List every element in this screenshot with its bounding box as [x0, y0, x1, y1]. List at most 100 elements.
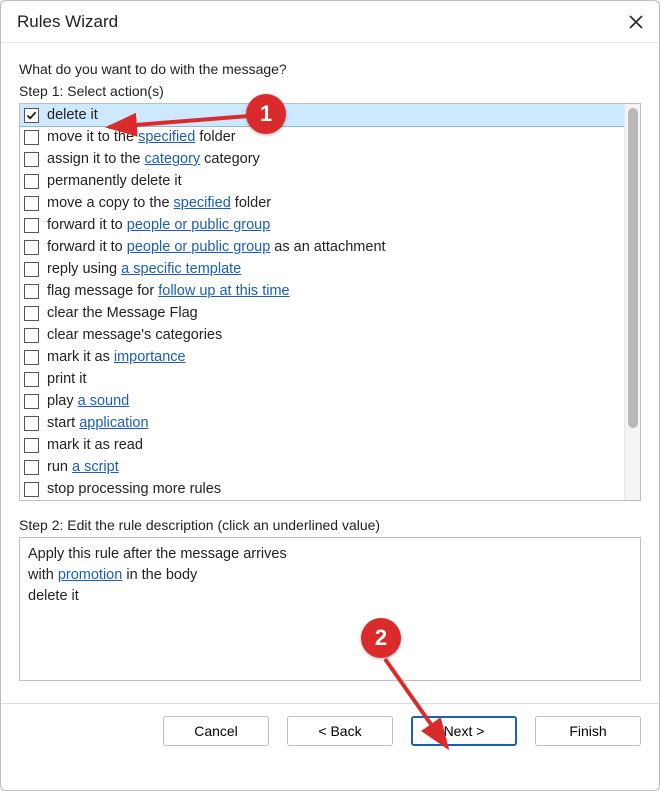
action-link[interactable]: category: [145, 151, 201, 167]
action-label: stop processing more rules: [47, 481, 620, 497]
action-label: forward it to people or public group: [47, 217, 620, 233]
window-title: Rules Wizard: [17, 12, 118, 32]
action-label: clear the Message Flag: [47, 305, 620, 321]
action-checkbox[interactable]: [24, 482, 39, 497]
action-link[interactable]: a specific template: [121, 261, 241, 277]
action-row[interactable]: mark it as read: [20, 434, 624, 456]
action-text: folder: [195, 129, 235, 145]
action-text: move it to the: [47, 129, 138, 145]
step2-label: Step 2: Edit the rule description (click…: [19, 517, 641, 533]
action-row[interactable]: run a script: [20, 456, 624, 478]
rules-wizard-window: Rules Wizard What do you want to do with…: [0, 0, 660, 791]
action-link[interactable]: importance: [114, 349, 186, 365]
action-row[interactable]: forward it to people or public group as …: [20, 236, 624, 258]
cancel-button[interactable]: Cancel: [163, 716, 269, 746]
action-checkbox[interactable]: [24, 152, 39, 167]
action-text: permanently delete it: [47, 173, 182, 189]
action-link[interactable]: specified: [138, 129, 195, 145]
action-text: clear the Message Flag: [47, 305, 198, 321]
desc-line-3: delete it: [28, 586, 632, 607]
action-checkbox[interactable]: [24, 284, 39, 299]
action-text: move a copy to the: [47, 195, 174, 211]
action-row[interactable]: flag message for follow up at this time: [20, 280, 624, 302]
action-text: forward it to: [47, 217, 127, 233]
action-checkbox[interactable]: [24, 262, 39, 277]
action-row[interactable]: permanently delete it: [20, 170, 624, 192]
actions-list[interactable]: delete it move it to the specified folder…: [20, 104, 624, 500]
action-text: reply using: [47, 261, 121, 277]
titlebar: Rules Wizard: [1, 1, 659, 43]
action-row[interactable]: stop processing more rules: [20, 478, 624, 500]
action-link[interactable]: a script: [72, 459, 119, 475]
button-row: Cancel < Back Next > Finish: [1, 703, 659, 762]
action-row[interactable]: assign it to the category category: [20, 148, 624, 170]
action-checkbox[interactable]: [24, 174, 39, 189]
action-row[interactable]: clear the Message Flag: [20, 302, 624, 324]
step1-label: Step 1: Select action(s): [19, 83, 641, 99]
scrollbar[interactable]: [624, 104, 640, 500]
action-link[interactable]: specified: [174, 195, 231, 211]
close-button[interactable]: [613, 1, 659, 43]
action-text: clear message's categories: [47, 327, 222, 343]
desc-line-2-post: in the body: [122, 567, 197, 583]
action-text: run: [47, 459, 72, 475]
next-button[interactable]: Next >: [411, 716, 517, 746]
action-link[interactable]: a sound: [78, 393, 130, 409]
prompt-text: What do you want to do with the message?: [19, 61, 641, 77]
action-text: print it: [47, 371, 87, 387]
action-row[interactable]: reply using a specific template: [20, 258, 624, 280]
action-text: assign it to the: [47, 151, 145, 167]
action-text: folder: [231, 195, 271, 211]
back-button[interactable]: < Back: [287, 716, 393, 746]
action-link[interactable]: follow up at this time: [158, 283, 289, 299]
action-row[interactable]: start application: [20, 412, 624, 434]
action-row[interactable]: move a copy to the specified folder: [20, 192, 624, 214]
action-text: start: [47, 415, 79, 431]
action-row[interactable]: move it to the specified folder: [20, 126, 624, 148]
action-label: print it: [47, 371, 620, 387]
action-link[interactable]: application: [79, 415, 148, 431]
action-link[interactable]: people or public group: [127, 217, 271, 233]
action-checkbox[interactable]: [24, 416, 39, 431]
action-checkbox[interactable]: [24, 306, 39, 321]
rule-description-box: Apply this rule after the message arrive…: [19, 537, 641, 681]
action-row[interactable]: print it: [20, 368, 624, 390]
action-text: mark it as: [47, 349, 114, 365]
action-label: mark it as read: [47, 437, 620, 453]
action-row[interactable]: mark it as importance: [20, 346, 624, 368]
action-label: play a sound: [47, 393, 620, 409]
action-row[interactable]: delete it: [20, 104, 624, 126]
action-text: as an attachment: [270, 239, 385, 255]
action-text: stop processing more rules: [47, 481, 221, 497]
action-label: delete it: [47, 107, 620, 123]
action-checkbox[interactable]: [24, 108, 39, 123]
action-checkbox[interactable]: [24, 372, 39, 387]
action-label: reply using a specific template: [47, 261, 620, 277]
action-checkbox[interactable]: [24, 350, 39, 365]
action-label: forward it to people or public group as …: [47, 239, 620, 255]
action-checkbox[interactable]: [24, 460, 39, 475]
action-checkbox[interactable]: [24, 218, 39, 233]
action-label: mark it as importance: [47, 349, 620, 365]
desc-line-1: Apply this rule after the message arrive…: [28, 544, 632, 565]
action-row[interactable]: play a sound: [20, 390, 624, 412]
action-checkbox[interactable]: [24, 394, 39, 409]
action-text: flag message for: [47, 283, 158, 299]
action-text: mark it as read: [47, 437, 143, 453]
desc-link-promotion[interactable]: promotion: [58, 567, 122, 583]
finish-button[interactable]: Finish: [535, 716, 641, 746]
action-checkbox[interactable]: [24, 130, 39, 145]
close-icon: [629, 15, 643, 29]
action-link[interactable]: people or public group: [127, 239, 271, 255]
action-row[interactable]: clear message's categories: [20, 324, 624, 346]
action-checkbox[interactable]: [24, 240, 39, 255]
action-row[interactable]: forward it to people or public group: [20, 214, 624, 236]
wizard-content: What do you want to do with the message?…: [1, 43, 659, 790]
action-checkbox[interactable]: [24, 328, 39, 343]
action-text: category: [200, 151, 260, 167]
action-checkbox[interactable]: [24, 196, 39, 211]
scrollbar-thumb[interactable]: [628, 108, 638, 428]
action-label: run a script: [47, 459, 620, 475]
desc-line-2: with promotion in the body: [28, 565, 632, 586]
action-checkbox[interactable]: [24, 438, 39, 453]
